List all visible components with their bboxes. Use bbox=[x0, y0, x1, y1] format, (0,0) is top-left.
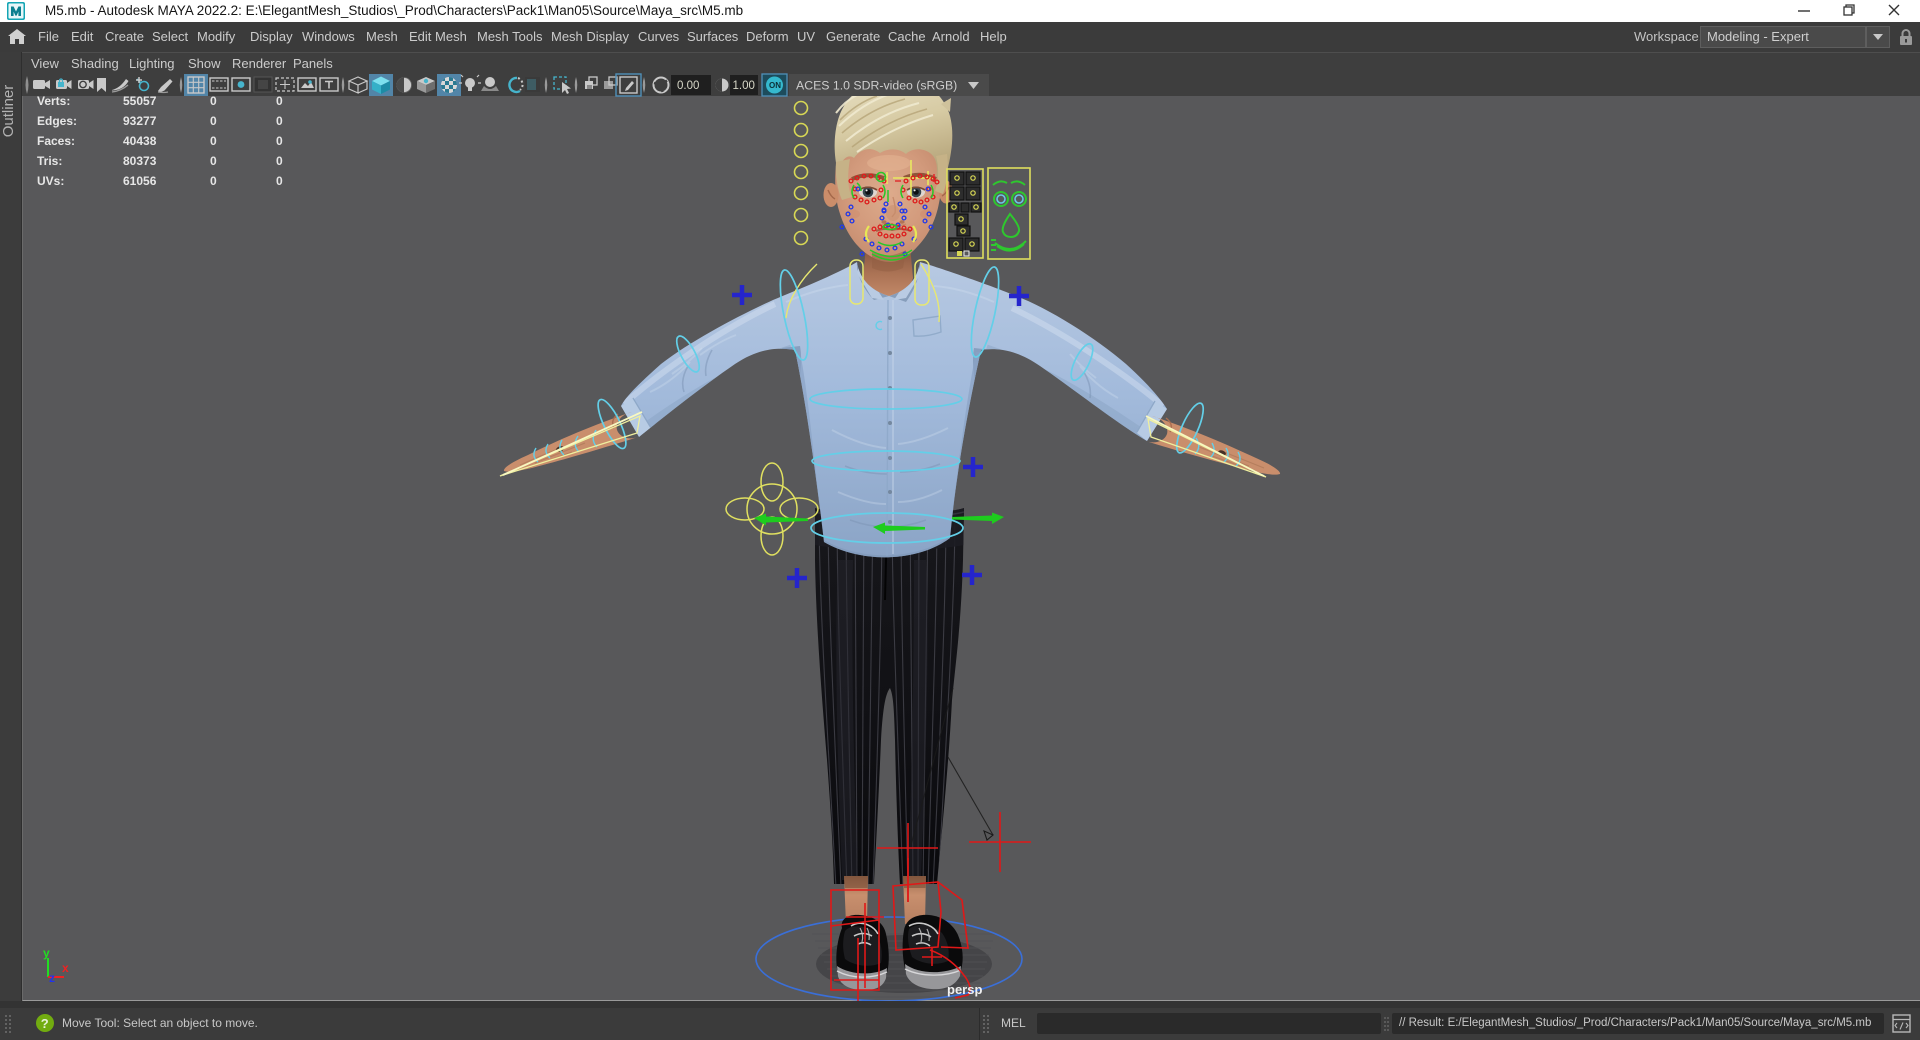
svg-text:ACES 1.0 SDR-video (sRGB): ACES 1.0 SDR-video (sRGB) bbox=[796, 79, 957, 93]
svg-text:ON: ON bbox=[769, 81, 781, 90]
svg-text:persp: persp bbox=[947, 982, 982, 997]
svg-text:1.00: 1.00 bbox=[733, 80, 755, 92]
svg-text:?: ? bbox=[41, 1016, 49, 1031]
svg-text:y: y bbox=[43, 946, 50, 960]
svg-text:x: x bbox=[62, 961, 69, 975]
svg-text:0.00: 0.00 bbox=[677, 80, 699, 92]
svg-text:z: z bbox=[49, 971, 55, 985]
